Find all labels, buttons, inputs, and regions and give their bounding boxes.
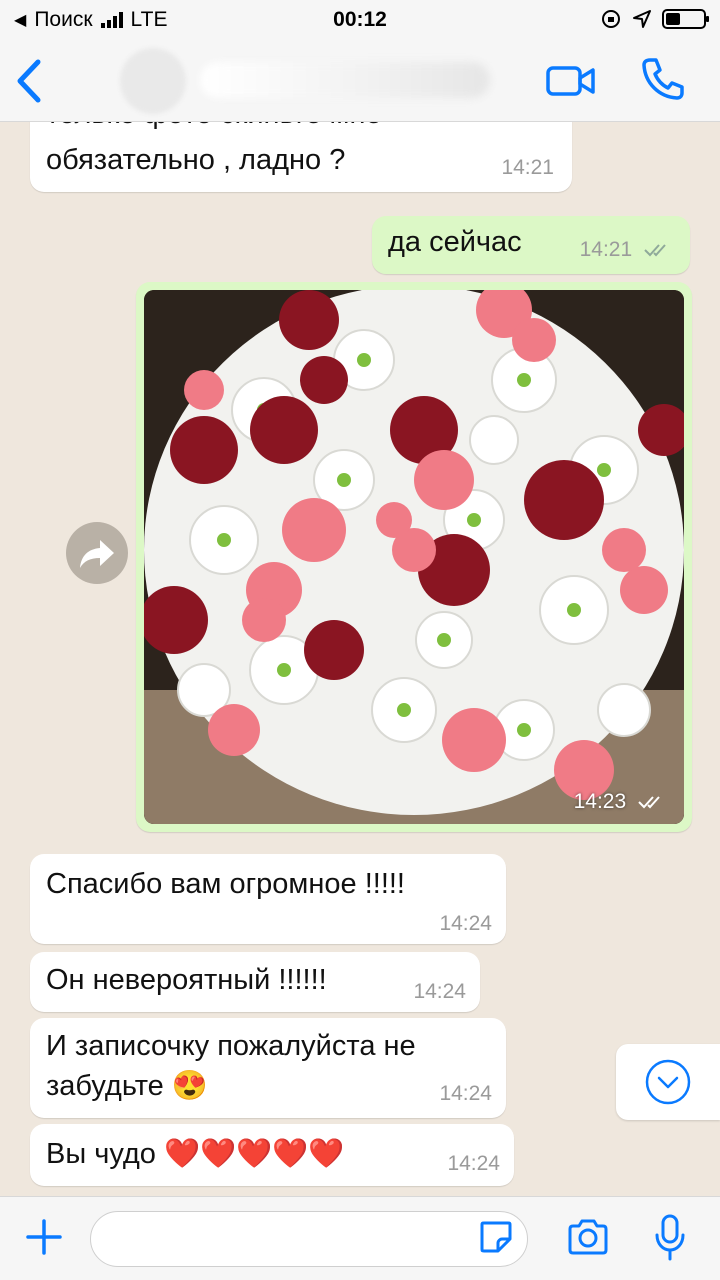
scroll-to-bottom-button[interactable] (616, 1044, 720, 1120)
chevron-left-icon[interactable] (10, 58, 50, 104)
message-text-line: обязательно , ладно ? (46, 144, 346, 176)
microphone-icon[interactable] (652, 1213, 688, 1263)
incoming-message[interactable]: Он невероятный !!!!!! 14:24 (30, 952, 480, 1012)
incoming-message[interactable]: только фото скиньте мне обязательно , ла… (30, 122, 572, 192)
message-input[interactable] (90, 1211, 528, 1267)
chat-area[interactable]: только фото скиньте мне обязательно , ла… (0, 122, 720, 1196)
message-time: 14:24 (447, 1152, 500, 1175)
back-to-app-arrow-icon[interactable]: ◀ (14, 10, 26, 30)
battery-icon (662, 9, 709, 29)
message-time: 14:24 (413, 980, 466, 1003)
read-ticks-icon (644, 244, 666, 257)
avatar[interactable] (120, 48, 186, 114)
read-ticks-icon (638, 796, 660, 809)
message-text: Спасибо вам огромное !!!!! (46, 868, 405, 900)
message-time: 14:24 (439, 912, 492, 935)
forward-arrow-icon (80, 540, 114, 568)
message-time: 14:21 (580, 238, 672, 262)
contact-name[interactable]: 03 (200, 62, 490, 98)
signal-strength-icon (100, 12, 123, 28)
location-arrow-icon (633, 10, 651, 28)
chevron-down-icon (645, 1059, 691, 1105)
outgoing-photo-message[interactable]: 14:23 (136, 282, 692, 832)
chat-header: 03 (0, 40, 720, 122)
sticker-icon[interactable] (478, 1219, 514, 1255)
back-to-app-label[interactable]: Поиск (34, 8, 92, 32)
bouquet-photo[interactable]: 14:23 (144, 290, 684, 824)
status-left: ◀ Поиск LTE (14, 8, 167, 32)
incoming-message[interactable]: И записочку пожалуйста не забудьте 😍 14:… (30, 1018, 506, 1118)
outgoing-message[interactable]: да сейчас 14:21 (372, 216, 690, 274)
message-time: 14:21 (501, 156, 554, 179)
message-text: Он невероятный !!!!!! (46, 964, 327, 996)
status-bar: ◀ Поиск LTE 00:12 (0, 0, 720, 40)
message-text-line: только фото скиньте мне (46, 122, 382, 134)
message-time-value: 14:23 (573, 790, 627, 813)
rotation-lock-icon (602, 10, 620, 28)
network-type: LTE (130, 8, 168, 31)
forward-button[interactable] (66, 522, 128, 584)
status-right (600, 8, 709, 30)
message-text: Вы чудо ❤️❤️❤️❤️❤️ (46, 1138, 345, 1170)
plus-icon[interactable] (22, 1215, 66, 1259)
message-text-line: забудьте 😍 (46, 1070, 208, 1102)
message-text: да сейчас (388, 226, 522, 258)
message-time-value: 14:21 (579, 238, 633, 261)
bouquet-image (144, 290, 684, 824)
incoming-message[interactable]: Вы чудо ❤️❤️❤️❤️❤️ 14:24 (30, 1124, 514, 1186)
message-input-bar (0, 1196, 720, 1280)
phone-icon[interactable] (640, 56, 686, 102)
message-time: 14:24 (439, 1082, 492, 1105)
incoming-message[interactable]: Спасибо вам огромное !!!!! 14:24 (30, 854, 506, 944)
video-camera-icon[interactable] (546, 64, 596, 98)
message-text-field[interactable] (111, 1212, 471, 1266)
camera-icon[interactable] (566, 1217, 610, 1257)
message-text-line: И записочку пожалуйста не (46, 1030, 416, 1062)
message-time: 14:23 (574, 790, 666, 814)
